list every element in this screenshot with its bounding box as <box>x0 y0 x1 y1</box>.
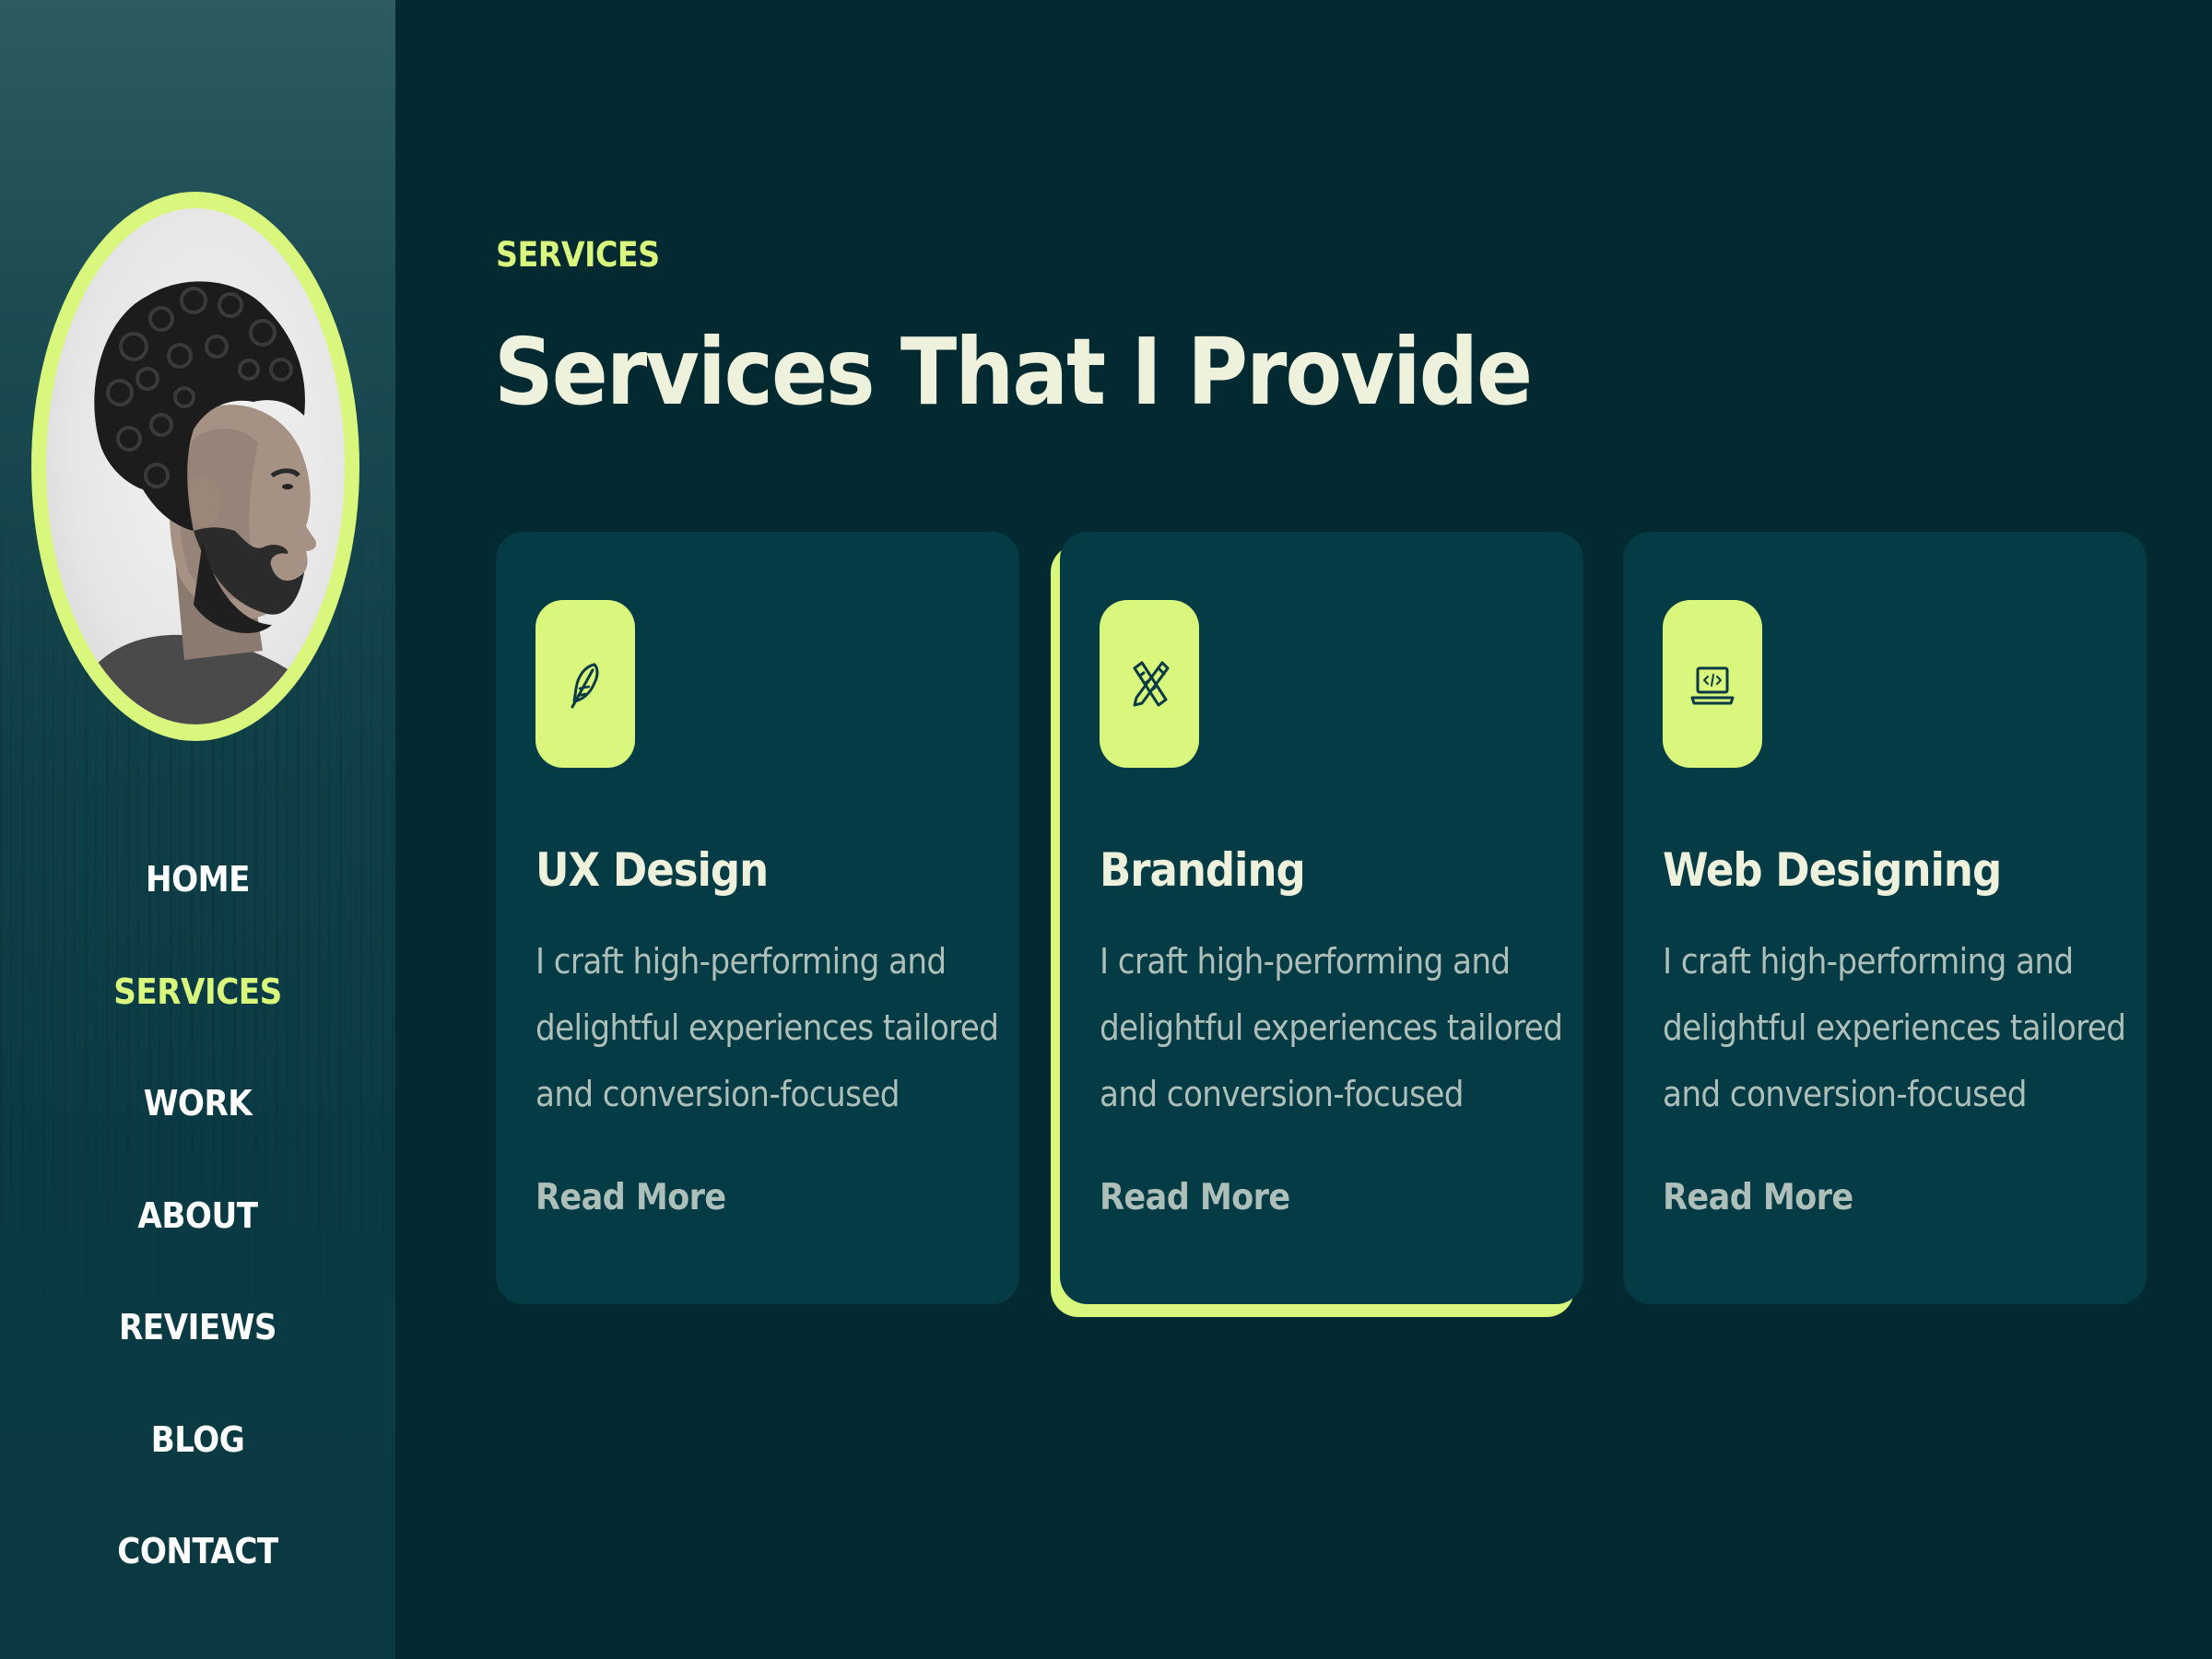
nav-link-about[interactable]: ABOUT <box>137 1182 258 1249</box>
page: HOME SERVICES WORK ABOUT REVIEWS BLOG CO… <box>0 0 2212 1659</box>
laptop-code-icon <box>1690 666 1735 705</box>
service-card-ux-design: UX Design I craft high-performing and de… <box>496 532 1019 1304</box>
read-more-link[interactable]: Read More <box>1663 1177 1853 1218</box>
nav-link-work[interactable]: WORK <box>144 1070 253 1136</box>
read-more-link[interactable]: Read More <box>1100 1177 1290 1218</box>
avatar-portrait-image <box>65 281 345 724</box>
section-eyebrow: SERVICES <box>496 235 660 275</box>
main-navigation: HOME SERVICES WORK ABOUT REVIEWS BLOG CO… <box>0 846 395 1630</box>
pencil-ruler-icon <box>1133 661 1170 707</box>
service-title: Web Designing <box>1663 843 2002 897</box>
nav-item-reviews: REVIEWS <box>0 1294 395 1406</box>
nav-link-contact[interactable]: CONTACT <box>117 1518 278 1584</box>
read-more-link[interactable]: Read More <box>535 1177 726 1218</box>
nav-item-work: WORK <box>0 1070 395 1182</box>
service-description: I craft high-performing and delightful e… <box>1100 941 1563 1114</box>
nav-link-blog[interactable]: BLOG <box>151 1406 245 1473</box>
nav-item-home: HOME <box>0 846 395 959</box>
service-description: I craft high-performing and delightful e… <box>1663 941 2126 1114</box>
nav-link-home[interactable]: HOME <box>146 846 251 912</box>
section-title: Services That I Provide <box>494 318 1533 426</box>
service-description: I craft high-performing and delightful e… <box>535 941 999 1114</box>
service-icon-box <box>1100 600 1199 768</box>
nav-item-services: SERVICES <box>0 959 395 1071</box>
nav-link-reviews[interactable]: REVIEWS <box>119 1294 277 1360</box>
service-card-branding: Branding I craft high-performing and del… <box>1060 532 1583 1304</box>
sidebar: HOME SERVICES WORK ABOUT REVIEWS BLOG CO… <box>0 0 395 1659</box>
service-title: UX Design <box>535 843 769 897</box>
nav-item-about: ABOUT <box>0 1182 395 1295</box>
service-card-web-designing: Web Designing I craft high-performing an… <box>1623 532 2147 1304</box>
service-title: Branding <box>1100 843 1306 897</box>
service-icon-box <box>1663 600 1762 768</box>
service-icon-box <box>535 600 635 768</box>
nav-item-blog: BLOG <box>0 1406 395 1519</box>
avatar <box>46 208 345 724</box>
nav-item-contact: CONTACT <box>0 1518 395 1630</box>
nav-link-services[interactable]: SERVICES <box>113 959 282 1025</box>
feather-icon <box>571 663 599 709</box>
